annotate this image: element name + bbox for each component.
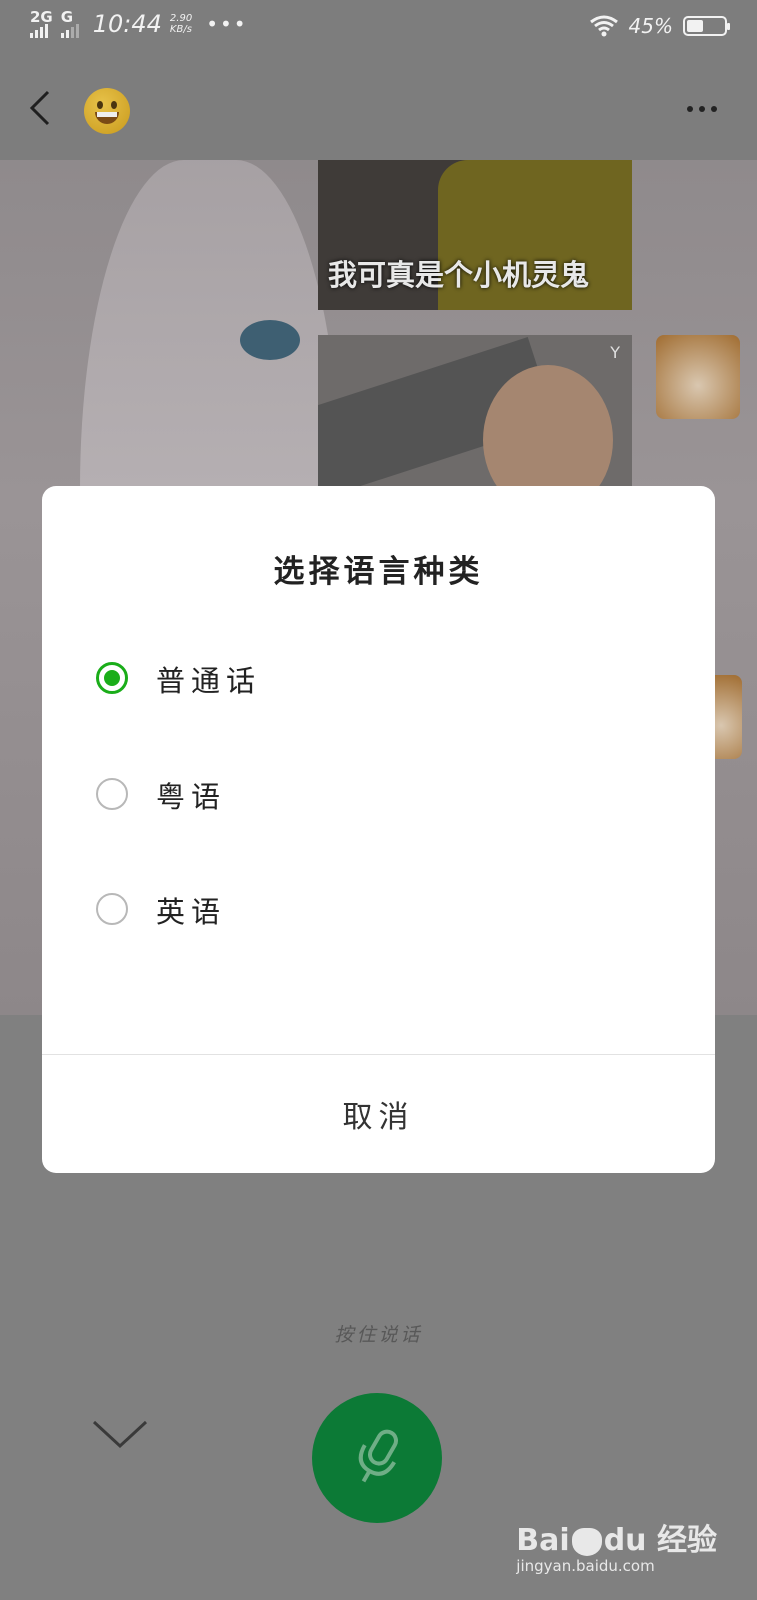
option-label: 普通话 bbox=[156, 664, 262, 698]
watermark-brand-right: du bbox=[603, 1523, 647, 1558]
ellipsis-icon[interactable] bbox=[687, 106, 717, 112]
status-bar: 2G G 10:44 2.90 KB/s ••• 45% bbox=[0, 0, 757, 58]
microphone-icon bbox=[358, 1429, 398, 1483]
image-message[interactable]: 我可真是个小机灵鬼 bbox=[318, 160, 632, 310]
speed-value: 2.90 bbox=[169, 13, 193, 24]
clock: 10:44 bbox=[92, 10, 162, 38]
cancel-button[interactable]: 取消 bbox=[42, 1055, 715, 1173]
radio-button[interactable] bbox=[96, 662, 128, 694]
battery-icon bbox=[683, 16, 730, 36]
watermark-url: jingyan.baidu.com bbox=[516, 1557, 655, 1575]
grinning-face-emoji-avatar[interactable] bbox=[84, 88, 130, 134]
notification-more-icon: ••• bbox=[206, 12, 248, 36]
image-caption: 我可真是个小机灵鬼 bbox=[328, 258, 590, 292]
battery-percent: 45% bbox=[628, 14, 673, 38]
option-label: 英语 bbox=[156, 895, 227, 929]
chevron-down-icon[interactable] bbox=[92, 1420, 148, 1450]
baidu-jingyan-watermark: Bai du 经验 jingyan.baidu.com bbox=[516, 1515, 717, 1575]
language-option-mandarin[interactable]: 普通话 bbox=[42, 628, 715, 728]
radio-button[interactable] bbox=[96, 893, 128, 925]
watermark-suffix: 经验 bbox=[657, 1523, 717, 1558]
paw-icon bbox=[571, 1527, 602, 1556]
watermark-brand-left: Bai bbox=[516, 1523, 570, 1558]
avatar[interactable] bbox=[656, 335, 740, 419]
signal-g: G bbox=[60, 8, 79, 38]
signal-2g: 2G bbox=[30, 10, 53, 38]
network-type-2: G bbox=[60, 8, 74, 26]
wallpaper-eye bbox=[240, 320, 300, 360]
chevron-left-icon[interactable] bbox=[26, 88, 56, 128]
wifi-icon bbox=[589, 15, 618, 37]
microphone-button[interactable] bbox=[312, 1393, 442, 1523]
language-select-dialog: 选择语言种类 普通话 粤语 英语 取消 bbox=[42, 486, 715, 1173]
chat-header bbox=[0, 58, 757, 160]
signal-bars-icon bbox=[30, 24, 48, 38]
language-option-cantonese[interactable]: 粤语 bbox=[42, 744, 715, 844]
speed-unit: KB/s bbox=[169, 24, 192, 35]
battery-level bbox=[687, 20, 703, 32]
signal-bars-icon bbox=[60, 24, 79, 38]
network-type-1: 2G bbox=[30, 8, 53, 26]
option-label: 粤语 bbox=[156, 780, 227, 814]
network-speed: 2.90 KB/s bbox=[170, 13, 192, 35]
dialog-title: 选择语言种类 bbox=[273, 554, 484, 590]
image-tag: Y bbox=[610, 343, 620, 362]
language-option-english[interactable]: 英语 bbox=[42, 859, 715, 959]
hold-to-talk-hint: 按住说话 bbox=[334, 1324, 423, 1346]
radio-button[interactable] bbox=[96, 778, 128, 810]
